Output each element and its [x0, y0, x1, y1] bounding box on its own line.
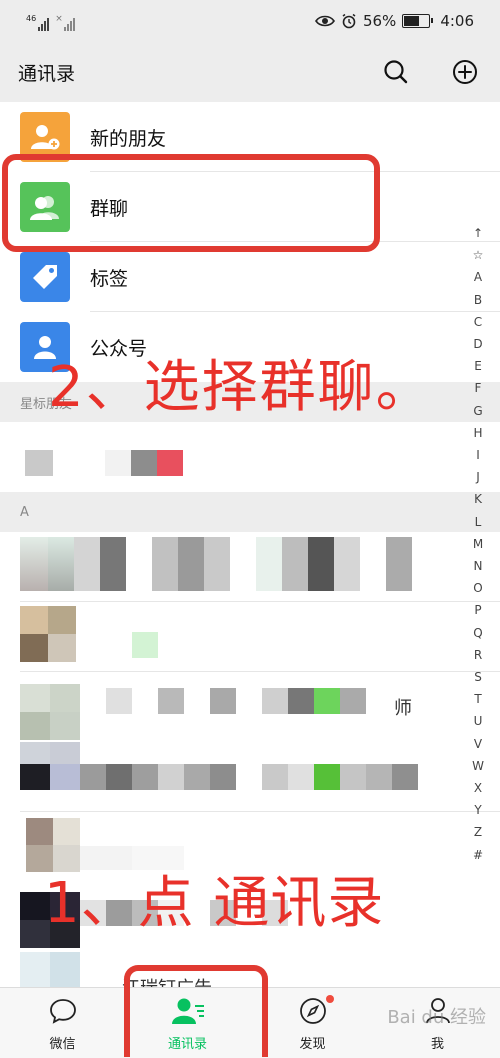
signal-area: 46 × — [0, 11, 75, 31]
tab-label: 我 — [430, 1037, 444, 1052]
contact-row[interactable] — [0, 742, 500, 812]
index-letter[interactable]: O — [470, 577, 486, 599]
index-letter[interactable]: C — [470, 311, 486, 333]
index-letter[interactable]: G — [470, 400, 486, 422]
search-icon[interactable] — [382, 58, 410, 86]
index-letter[interactable]: H — [470, 422, 486, 444]
highlight-box-group-chat — [2, 154, 380, 252]
index-letter[interactable]: # — [470, 844, 486, 866]
blurred-contact — [20, 537, 412, 591]
index-letter[interactable]: F — [470, 377, 486, 399]
index-letter[interactable]: M — [470, 533, 486, 555]
app-header: 通讯录 — [0, 42, 500, 102]
blurred-avatar — [20, 684, 80, 740]
tag-icon — [20, 252, 70, 302]
signal-icon: 46 — [26, 14, 50, 31]
battery-percent: 56% — [362, 12, 397, 30]
blurred-avatar — [20, 606, 76, 662]
tags-item[interactable]: 标签 — [0, 242, 500, 312]
notification-dot — [326, 995, 334, 1003]
index-letter[interactable]: D — [470, 333, 486, 355]
status-bar: 46 × 56% 4:06 — [0, 0, 500, 42]
blurred-avatar — [20, 952, 80, 987]
index-letter[interactable]: Q — [470, 622, 486, 644]
index-letter[interactable]: S — [470, 666, 486, 688]
clock: 4:06 — [440, 12, 474, 30]
index-letter[interactable]: N — [470, 555, 486, 577]
alarm-icon — [342, 13, 356, 29]
index-letter[interactable]: X — [470, 777, 486, 799]
blurred-name — [132, 632, 158, 658]
item-label: 标签 — [90, 267, 129, 290]
tab-chats[interactable]: 微信 — [0, 988, 125, 1058]
contact-name-fragment: 师 — [394, 698, 412, 719]
network-type: 46 — [26, 14, 37, 23]
index-letter[interactable]: W — [470, 755, 486, 777]
a-section-header: A — [0, 492, 500, 532]
chat-icon — [49, 999, 76, 1024]
index-letter[interactable]: L — [470, 511, 486, 533]
contact-row[interactable] — [0, 532, 500, 602]
annotation-step1: 1、点 通讯录 — [44, 871, 385, 936]
tab-label: 发现 — [299, 1037, 326, 1052]
alphabet-index[interactable]: ↑ ☆ A B C D E F G H I J K L M N O P Q R S T U V W X Y Z # — [470, 222, 486, 866]
highlight-box-contacts-tab — [124, 965, 268, 1057]
contact-row[interactable] — [0, 602, 500, 672]
annotation-step2: 2、选择群聊。 — [48, 355, 434, 420]
index-letter[interactable]: Z — [470, 821, 486, 843]
index-letter[interactable]: I — [470, 444, 486, 466]
index-letter[interactable]: U — [470, 710, 486, 732]
battery-icon — [402, 14, 434, 28]
tab-discover[interactable]: 发现 — [250, 988, 375, 1058]
blurred-name — [80, 688, 366, 714]
blurred-avatar — [20, 742, 80, 790]
index-letter[interactable]: V — [470, 733, 486, 755]
index-letter[interactable]: A — [470, 266, 486, 288]
index-letter[interactable]: Y — [470, 799, 486, 821]
section-label: A — [20, 504, 29, 520]
blurred-name — [80, 764, 418, 790]
eye-icon — [315, 15, 335, 27]
compass-icon — [299, 998, 326, 1024]
contact-row[interactable]: 师 — [0, 672, 500, 742]
tab-label: 微信 — [49, 1037, 76, 1052]
index-letter[interactable]: E — [470, 355, 486, 377]
item-label: 新的朋友 — [90, 127, 167, 150]
add-icon[interactable] — [451, 58, 479, 86]
signal-icon-2: × — [55, 14, 75, 31]
watermark: Bai du 经验 — [387, 1007, 486, 1028]
index-letter[interactable]: K — [470, 488, 486, 510]
contact-row[interactable] — [0, 422, 500, 492]
index-letter[interactable]: J — [470, 466, 486, 488]
index-letter[interactable]: P — [470, 599, 486, 621]
index-letter[interactable]: T — [470, 688, 486, 710]
index-letter[interactable]: ☆ — [470, 244, 486, 266]
index-letter[interactable]: B — [470, 289, 486, 311]
blurred-contact — [25, 450, 183, 476]
page-title: 通讯录 — [18, 62, 76, 85]
index-letter[interactable]: ↑ — [470, 222, 486, 244]
index-letter[interactable]: R — [470, 644, 486, 666]
